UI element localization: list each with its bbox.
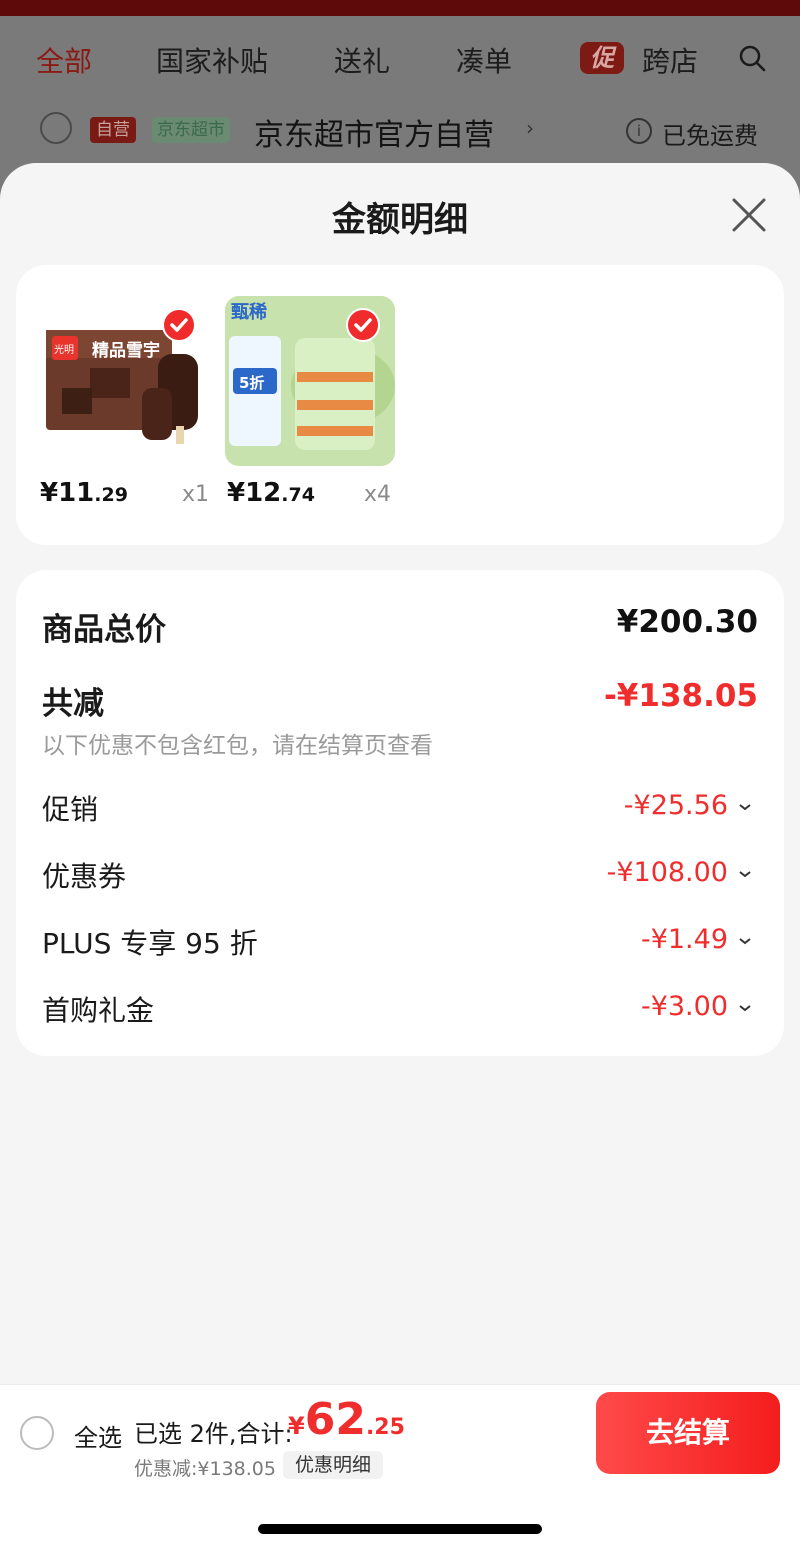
tab-national-subsidy[interactable]: 国家补贴 bbox=[156, 40, 268, 80]
select-all-label[interactable]: 全选 bbox=[74, 1418, 122, 1453]
selected-count: 已选 2件,合计: bbox=[134, 1420, 293, 1448]
tab-cross-store[interactable]: 跨店 bbox=[642, 40, 702, 80]
product-quantity: x4 bbox=[364, 482, 392, 507]
discount-detail-button[interactable]: 优惠明细 bbox=[283, 1451, 384, 1479]
shipping-status: 已免运费 bbox=[662, 122, 758, 150]
info-icon[interactable]: i bbox=[626, 118, 652, 144]
tab-gift[interactable]: 送礼 bbox=[334, 40, 390, 80]
home-area bbox=[0, 1480, 800, 1551]
svg-text:5折: 5折 bbox=[239, 374, 264, 392]
chevron-right-icon[interactable]: › bbox=[526, 116, 534, 140]
checkout-button[interactable]: 去结算 bbox=[596, 1392, 780, 1474]
discount-value-coupon[interactable]: -¥108.00 bbox=[607, 857, 728, 888]
product-check-icon[interactable] bbox=[162, 308, 196, 342]
total-reduce-label: 共减 bbox=[42, 686, 104, 722]
discount-label-promotion: 促销 bbox=[42, 793, 99, 826]
total-reduce-value: -¥138.05 bbox=[603, 678, 758, 714]
svg-text:光明: 光明 bbox=[54, 343, 74, 356]
product-price: ¥11.29 bbox=[40, 478, 128, 508]
product-brand-text: 精品雪宇 bbox=[92, 340, 160, 361]
discount-value-first-purchase[interactable]: -¥3.00 bbox=[641, 991, 728, 1022]
top-status-bar bbox=[0, 0, 800, 16]
product-price: ¥12.74 bbox=[227, 478, 315, 508]
close-icon[interactable] bbox=[728, 194, 770, 236]
home-indicator[interactable] bbox=[258, 1524, 542, 1534]
total-price-value: ¥200.30 bbox=[616, 604, 758, 640]
discount-label-coupon: 优惠券 bbox=[42, 860, 127, 893]
discount-label-plus: PLUS 专享 95 折 bbox=[42, 927, 258, 960]
tab-all[interactable]: 全部 bbox=[36, 40, 92, 80]
discount-value-plus[interactable]: -¥1.49 bbox=[641, 924, 728, 955]
product-check-icon[interactable] bbox=[346, 308, 380, 342]
promo-badge: 促 bbox=[580, 42, 624, 74]
search-icon[interactable] bbox=[738, 44, 766, 72]
store-select-radio[interactable] bbox=[40, 112, 72, 144]
discount-label-first-purchase: 首购礼金 bbox=[42, 994, 155, 1027]
select-all-radio[interactable] bbox=[20, 1416, 54, 1450]
self-operated-tag: 自营 bbox=[90, 117, 136, 143]
chevron-down-icon[interactable] bbox=[738, 1001, 752, 1015]
store-name[interactable]: 京东超市官方自营 bbox=[254, 110, 494, 154]
chevron-down-icon[interactable] bbox=[738, 800, 752, 814]
discount-note: 以下优惠不包含红包，请在结算页查看 bbox=[42, 733, 433, 759]
total-amount: ¥62.25 bbox=[288, 1394, 405, 1445]
svg-text:甄稀: 甄稀 bbox=[231, 301, 267, 323]
supermarket-tag: 京东超市 bbox=[152, 117, 230, 143]
discount-summary: 优惠减:¥138.05 bbox=[134, 1458, 276, 1480]
discount-value-promotion[interactable]: -¥25.56 bbox=[624, 790, 728, 821]
chevron-down-icon[interactable] bbox=[738, 867, 752, 881]
chevron-down-icon[interactable] bbox=[738, 934, 752, 948]
tab-add-on[interactable]: 凑单 bbox=[456, 40, 512, 80]
product-quantity: x1 bbox=[182, 482, 210, 507]
total-price-label: 商品总价 bbox=[42, 612, 166, 648]
sheet-title: 金额明细 bbox=[332, 200, 468, 240]
